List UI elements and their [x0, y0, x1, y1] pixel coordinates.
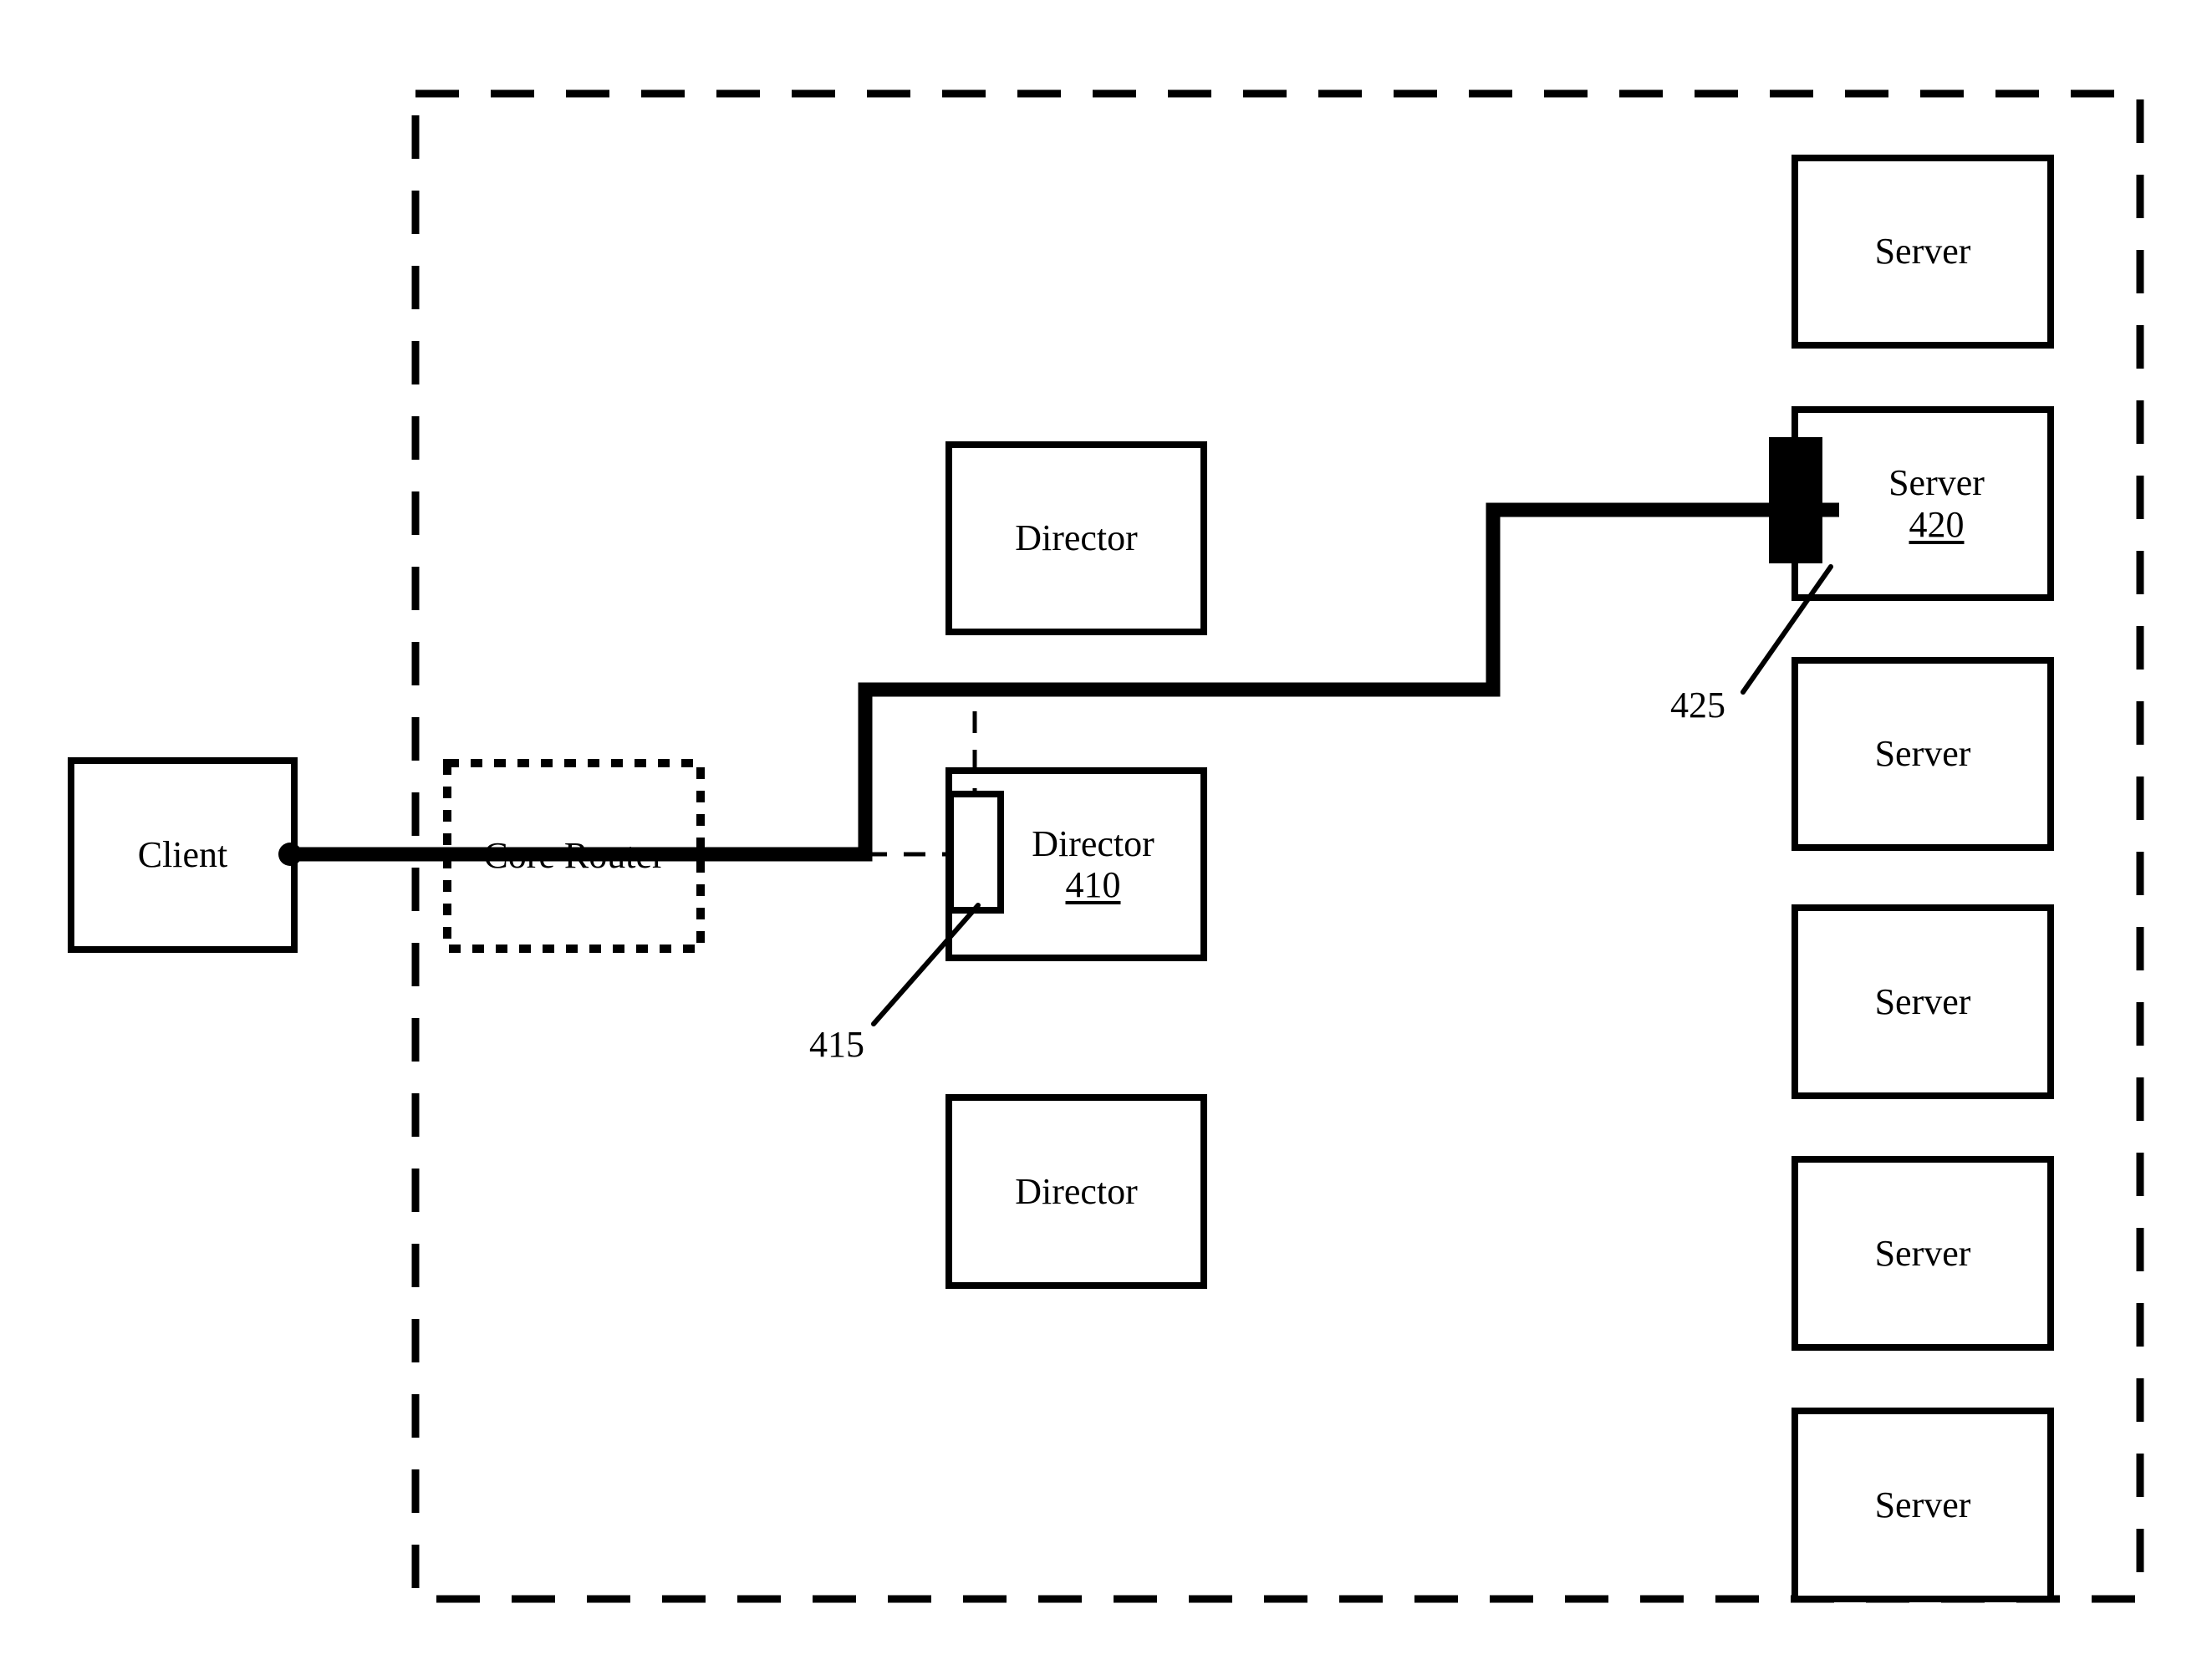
director-top-box[interactable]: [945, 441, 1207, 635]
server-1-box[interactable]: [1792, 155, 2054, 349]
callout-415-text: 415: [809, 1024, 864, 1065]
director-bottom-box[interactable]: [945, 1094, 1207, 1289]
server-6-box[interactable]: [1792, 1408, 2054, 1602]
callout-425-text: 425: [1670, 685, 1725, 726]
diagram-canvas: Client Core Router Director Director 410…: [0, 0, 2212, 1665]
client-connector-dot: [278, 843, 302, 866]
callout-415-leader: [871, 903, 981, 1026]
client-box[interactable]: [68, 757, 298, 953]
director-410-interface[interactable]: [947, 791, 1004, 914]
server-4-box[interactable]: [1792, 904, 2054, 1099]
server-5-box[interactable]: [1792, 1156, 2054, 1351]
server-3-box[interactable]: [1792, 657, 2054, 851]
server-420-interface[interactable]: [1769, 437, 1822, 563]
diagram-vector-layer: [68, 89, 2144, 1603]
